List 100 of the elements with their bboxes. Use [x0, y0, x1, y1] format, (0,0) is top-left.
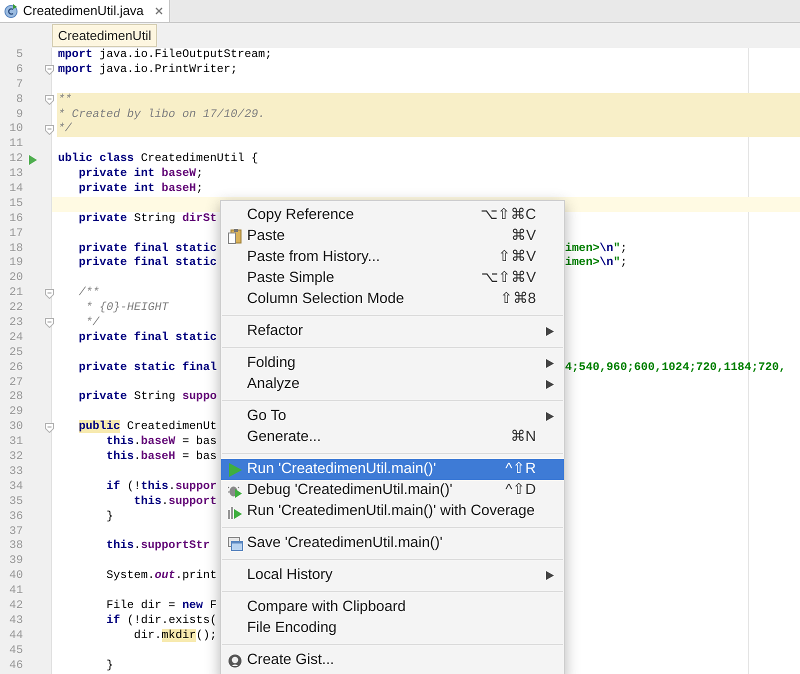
line-number: 32 — [8, 450, 23, 465]
code-line: this.support — [132, 494, 217, 508]
menu-item[interactable]: Go To — [221, 406, 564, 427]
line-number: 39 — [8, 554, 23, 570]
menu-item[interactable]: Run 'CreatedimenUtil.main()' with Coverage — [221, 501, 564, 522]
editor-tab[interactable]: CreatedimenUtil.java — [0, 0, 170, 22]
code-line: mport java.io.FileOutputStream; — [58, 48, 272, 61]
run-icon[interactable] — [29, 154, 37, 165]
line-number: 31 — [8, 435, 23, 450]
menu-item[interactable]: Save 'CreatedimenUtil.main()' — [221, 533, 564, 554]
code-line: private final static — [78, 242, 217, 255]
fold-icon[interactable] — [45, 318, 54, 328]
line-number: 37 — [8, 524, 23, 540]
code-line: public CreatedimenUt — [78, 420, 217, 434]
line-number: 24 — [8, 330, 23, 346]
code-line: private final static — [78, 330, 217, 344]
line-number: 23 — [8, 316, 23, 331]
line-number: 29 — [8, 405, 23, 420]
line-number: 36 — [8, 510, 23, 525]
code-line: this.supportStr — [105, 539, 210, 552]
menu-item[interactable]: Paste from History... ⇧⌘V — [221, 247, 564, 268]
fold-icon[interactable] — [45, 95, 54, 106]
code-line: } — [105, 658, 114, 672]
code-line: if (!dir.exists( — [105, 614, 217, 627]
menu-item[interactable]: Run 'CreatedimenUtil.main()' ^⇧R — [221, 459, 564, 480]
fold-icon[interactable] — [45, 288, 54, 299]
code-line: 4;540,960;600,1024;720,1184;720, — [565, 360, 786, 376]
menu-item[interactable]: Create Gist... — [221, 650, 564, 671]
line-number: 44 — [8, 628, 23, 644]
line-number: 6 — [15, 62, 23, 78]
close-icon — [154, 7, 163, 15]
menu-item[interactable]: Local History — [221, 565, 564, 586]
code-line: mport java.io.PrintWriter; — [58, 62, 238, 76]
code-line: File dir = new F — [105, 598, 217, 612]
line-number: 9 — [15, 108, 23, 122]
code-line: dir.mkdir(); — [132, 628, 217, 642]
fold-icon[interactable] — [45, 124, 54, 135]
fold-icon[interactable] — [45, 422, 54, 433]
line-number: 38 — [8, 539, 23, 554]
line-number: 46 — [8, 658, 23, 674]
code-line: /** — [78, 286, 100, 300]
line-number: 7 — [15, 78, 23, 93]
line-number: 18 — [8, 242, 23, 256]
code-line: * Created by libo on 17/10/29. — [58, 108, 266, 121]
line-number: 16 — [8, 212, 23, 227]
coverage-icon — [228, 504, 242, 518]
line-number: 21 — [8, 286, 23, 302]
line-number: 12 — [8, 152, 23, 168]
code-line: private final static — [78, 256, 217, 270]
line-number: 19 — [8, 256, 23, 272]
line-number: 34 — [8, 480, 23, 495]
class-file-icon — [4, 4, 18, 18]
menu-item[interactable]: Analyze — [221, 374, 564, 395]
menu-item[interactable]: Refactor — [221, 321, 564, 342]
fold-icon[interactable] — [45, 65, 54, 76]
line-number: 41 — [8, 584, 23, 599]
code-line: ** — [58, 92, 72, 106]
menu-item[interactable]: Paste Simple ⌥⇧⌘V — [221, 268, 564, 289]
menu-item[interactable]: Paste ⌘V — [221, 226, 564, 247]
run-icon — [228, 462, 242, 476]
code-line: private String suppo — [78, 390, 217, 404]
menu-item[interactable]: Debug 'CreatedimenUtil.main()' ^⇧D — [221, 480, 564, 501]
code-line: */ — [58, 122, 72, 136]
line-number: 25 — [8, 346, 23, 361]
line-number: 10 — [8, 122, 23, 138]
line-number: 30 — [8, 420, 23, 436]
menu-item[interactable]: Copy Reference ⌥⇧⌘C — [221, 205, 564, 226]
line-number: 35 — [8, 494, 23, 510]
line-number: 11 — [8, 137, 23, 152]
code-line: private static final — [78, 360, 217, 374]
line-number: 20 — [8, 271, 23, 286]
line-number: 28 — [8, 390, 23, 406]
line-number: 17 — [8, 226, 23, 242]
menu-item[interactable]: Column Selection Mode ⇧⌘8 — [221, 289, 564, 310]
line-number: 14 — [8, 182, 23, 197]
menu-item[interactable]: Compare with Clipboard — [221, 597, 564, 618]
clipboard-icon — [228, 229, 242, 244]
line-number: 8 — [15, 92, 23, 108]
line-number: 13 — [8, 167, 23, 182]
code-line: */ — [84, 316, 100, 330]
menu-item[interactable]: File Encoding — [221, 618, 564, 639]
code-line: ublic class CreatedimenUtil { — [58, 152, 258, 166]
code-line: System.out.print — [105, 569, 217, 582]
line-number: 26 — [8, 360, 23, 376]
line-number: 22 — [8, 301, 23, 316]
bug-icon — [228, 484, 242, 498]
line-number: 33 — [8, 464, 23, 480]
line-number: 5 — [15, 48, 23, 63]
code-line: } — [105, 510, 114, 523]
menu-item[interactable]: Generate... ⌘N — [221, 427, 564, 448]
code-line: private String dirSt — [78, 212, 217, 225]
line-number: 43 — [8, 614, 23, 629]
line-number: 15 — [8, 196, 23, 212]
window-icon — [228, 536, 242, 550]
code-line: imen>\n"; — [565, 256, 628, 272]
code-line: private int baseH; — [78, 182, 203, 196]
breadcrumb-item[interactable]: CreatedimenUtil — [52, 24, 158, 48]
code-line: private int baseW; — [78, 167, 203, 180]
line-number: 40 — [8, 569, 23, 584]
menu-item[interactable]: Folding — [221, 353, 564, 374]
